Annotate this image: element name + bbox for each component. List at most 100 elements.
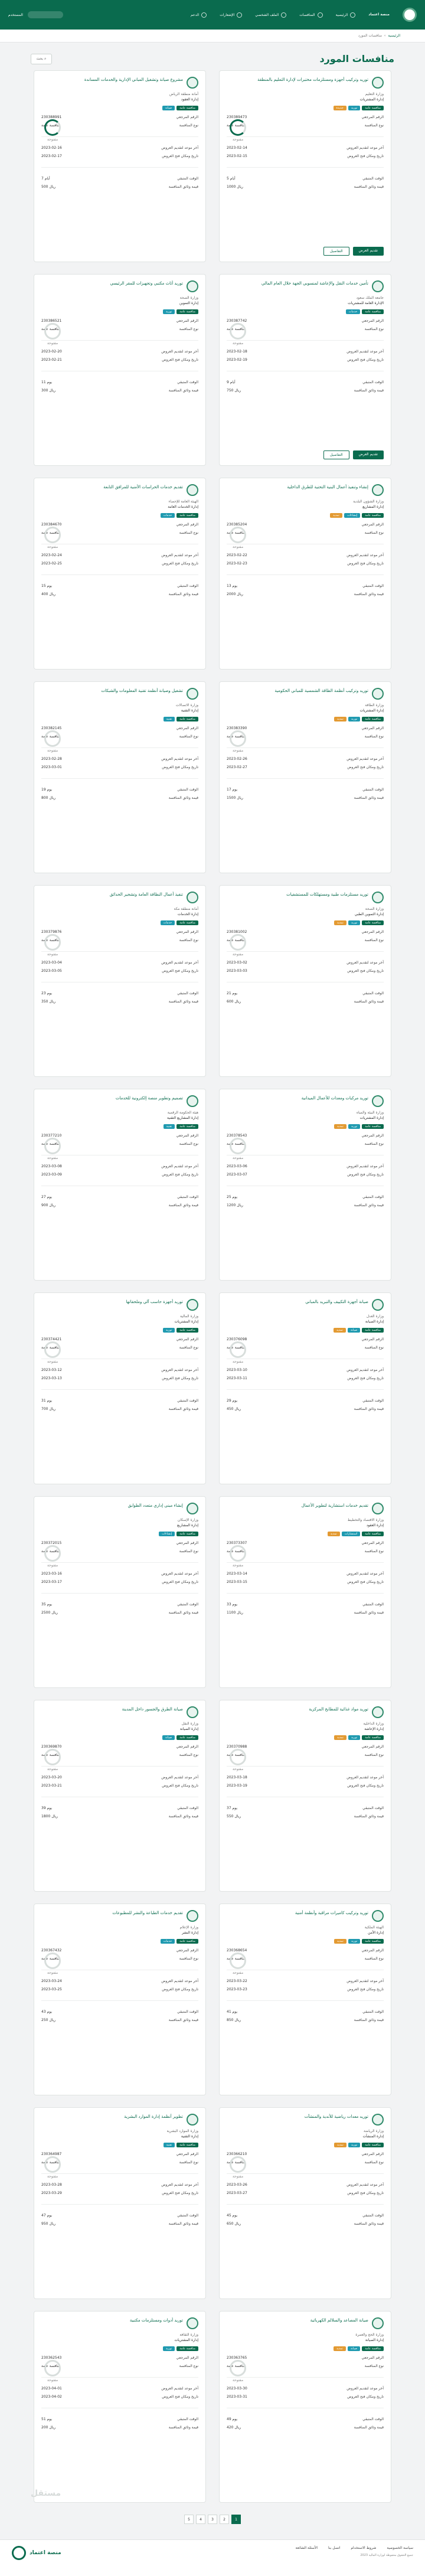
details-list: الرقم المرجعي230363765نوع المنافسةمنافسة… (227, 2356, 384, 2430)
tender-title[interactable]: توريد أثاث مكتبي وتجهيزات للمقر الرئيسي (110, 280, 183, 287)
tender-card[interactable]: تأمين خدمات النقل والإعاشة لمنسوبي الجهة… (219, 274, 391, 466)
tender-card[interactable]: إنشاء مبنى إداري متعدد الطوابقوزارة الإس… (34, 1496, 206, 1688)
tender-card[interactable]: صيانة أجهزة التكييف والتبريد بالمبانيوزا… (219, 1292, 391, 1484)
tender-title[interactable]: تنفيذ أعمال النظافة العامة وتشجير الحدائ… (110, 892, 183, 898)
card-header: صيانة المصاعد والسلالم الكهربائية (227, 2317, 384, 2329)
tender-card[interactable]: إنشاء وتنفيذ أعمال البنية التحتية للطرق … (219, 478, 391, 670)
tender-card[interactable]: توريد أجهزة حاسب آلي وملحقاتهاوزارة الما… (34, 1292, 206, 1484)
tender-card[interactable]: صيانة الطرق والجسور داخل المدينةوزارة ال… (34, 1700, 206, 1892)
tender-card[interactable]: توريد مواد غذائية للمطابخ المركزيةوزارة … (219, 1700, 391, 1892)
tender-card[interactable]: تقديم خدمات الحراسات الأمنية للمرافق الت… (34, 478, 206, 670)
filter-button[interactable]: ⌕ بحث (31, 54, 52, 64)
tender-title[interactable]: تقديم خدمات استشارية لتطوير الأعمال (302, 1503, 368, 1509)
tender-title[interactable]: صيانة أجهزة التكييف والتبريد بالمباني (305, 1299, 368, 1305)
tender-title[interactable]: توريد أجهزة حاسب آلي وملحقاتها (126, 1299, 183, 1305)
tender-title[interactable]: توريد مواد غذائية للمطابخ المركزية (309, 1706, 368, 1713)
tender-card[interactable]: توريد وتركيب أنظمة الطاقة الشمسية للمبان… (219, 681, 391, 873)
details-list: الرقم المرجعي230378543نوع المنافسةمنافسة… (227, 1134, 384, 1207)
status-text: مفتوحة (42, 1563, 63, 1568)
tender-title[interactable]: إنشاء مبنى إداري متعدد الطوابق (128, 1503, 183, 1509)
detail-row: آخر موعد لتقديم العروض2023-03-06 (227, 1164, 384, 1168)
status-indicator: مفتوحة (42, 730, 63, 753)
page-number[interactable]: 3 (208, 2515, 217, 2524)
tender-card[interactable]: تقديم خدمات الطباعة والنشر للمطبوعاتوزار… (34, 1904, 206, 2095)
footer-links: سياسة الخصوصية شروط الاستخدام اتصل بنا الأس… (296, 2546, 413, 2550)
progress-ring-icon (44, 730, 61, 747)
progress-ring-icon (230, 323, 246, 339)
tender-card[interactable]: تصميم وتطوير منصة إلكترونية للخدماتهيئة … (34, 1089, 206, 1281)
footer-link[interactable]: سياسة الخصوصية (387, 2546, 413, 2550)
tender-card[interactable]: مشروع صيانة وتشغيل المباني الإدارية والخ… (34, 70, 206, 262)
divider (41, 778, 198, 779)
nav-tenders[interactable]: المنافسات (299, 12, 322, 18)
tender-title[interactable]: مشروع صيانة وتشغيل المباني الإدارية والخ… (84, 77, 183, 83)
details-list: الرقم المرجعي230381002نوع المنافسةمنافسة… (227, 930, 384, 1004)
tender-title[interactable]: تشغيل وصيانة أنظمة تقنية المعلومات والشب… (101, 688, 183, 694)
submit-offer-button[interactable]: تقديم العرض (353, 247, 384, 256)
page-number[interactable]: 4 (196, 2515, 205, 2524)
footer-link[interactable]: شروط الاستخدام (351, 2546, 376, 2550)
tender-title[interactable]: تقديم خدمات الحراسات الأمنية للمرافق الت… (103, 484, 183, 491)
detail-value: 39 يوم (41, 1806, 52, 1810)
detail-value: 2023-03-16 (41, 1572, 62, 1576)
tender-title[interactable]: توريد أدوات ومستلزمات مكتبية (130, 2317, 183, 2324)
tender-card[interactable]: تقديم خدمات استشارية لتطوير الأعمالوزارة… (219, 1496, 391, 1688)
nav-profile[interactable]: الملف الشخصي (255, 12, 286, 18)
tender-title[interactable]: صيانة المصاعد والسلالم الكهربائية (310, 2317, 368, 2324)
detail-value: 230377210 (41, 1134, 61, 1138)
detail-label: آخر موعد لتقديم العروض (346, 1572, 384, 1576)
submit-offer-button[interactable]: تقديم العرض (353, 450, 384, 459)
tender-title[interactable]: صيانة الطرق والجسور داخل المدينة (122, 1706, 183, 1713)
breadcrumb-home[interactable]: الرئيسية (388, 34, 400, 38)
detail-row: نوع المنافسةمنافسة عامة (41, 1957, 198, 1961)
page-number[interactable]: 5 (184, 2515, 194, 2524)
tender-title[interactable]: توريد مركبات ومعدات للأعمال الميدانية (302, 1095, 368, 1102)
progress-ring-icon (230, 2156, 246, 2173)
tender-card[interactable]: تطوير أنظمة إدارة الموارد البشريةوزارة ا… (34, 2107, 206, 2299)
nav-support[interactable]: الدعم (191, 12, 207, 18)
tender-card[interactable]: تنفيذ أعمال النظافة العامة وتشجير الحدائ… (34, 885, 206, 1077)
tender-title[interactable]: توريد مستلزمات طبية ومستهلكات للمستشفيات (286, 892, 368, 898)
tender-title[interactable]: تطوير أنظمة إدارة الموارد البشرية (124, 2114, 183, 2120)
brand-logo-icon[interactable] (403, 8, 417, 22)
tender-title[interactable]: إنشاء وتنفيذ أعمال البنية التحتية للطرق … (287, 484, 368, 491)
detail-value: 230385204 (227, 523, 247, 527)
user-name[interactable]: المستخدم (8, 13, 23, 17)
tender-title[interactable]: توريد وتركيب كاميرات مراقبة وأنظمة أمنية (295, 1910, 368, 1917)
tender-title[interactable]: توريد وتركيب أجهزة ومستلزمات مختبرات لإد… (257, 77, 368, 83)
tender-title[interactable]: توريد معدات رياضية للأندية والمنشآت (305, 2114, 368, 2120)
footer-link[interactable]: اتصل بنا (328, 2546, 340, 2550)
progress-ring-icon (44, 1341, 61, 1358)
agency-department: إدارة المشتريات (227, 1116, 384, 1120)
tender-card[interactable]: توريد وتركيب أجهزة ومستلزمات مختبرات لإد… (219, 70, 391, 262)
tender-title[interactable]: تقديم خدمات الطباعة والنشر للمطبوعات (112, 1910, 183, 1917)
card-header: توريد مواد غذائية للمطابخ المركزية (227, 1706, 384, 1718)
tender-title[interactable]: توريد وتركيب أنظمة الطاقة الشمسية للمبان… (274, 688, 368, 694)
detail-value: 2023-03-15 (227, 1580, 247, 1584)
nav-home[interactable]: الرئيسية (336, 12, 356, 18)
details-button[interactable]: التفاصيل (323, 450, 349, 459)
tender-card[interactable]: توريد وتركيب كاميرات مراقبة وأنظمة أمنية… (219, 1904, 391, 2095)
divider (41, 574, 198, 575)
agency-department: الإدارة العامة للمشتريات (227, 301, 384, 305)
footer-link[interactable]: الأسئلة الشائعة (296, 2546, 318, 2550)
agency-logo-icon (372, 1299, 384, 1311)
tender-card[interactable]: تشغيل وصيانة أنظمة تقنية المعلومات والشب… (34, 681, 206, 873)
details-button[interactable]: التفاصيل (323, 247, 349, 256)
details-list: الرقم المرجعي230368654نوع المنافسةمنافسة… (227, 1948, 384, 2022)
page-number[interactable]: 2 (220, 2515, 229, 2524)
tender-card[interactable]: توريد معدات رياضية للأندية والمنشآتوزارة… (219, 2107, 391, 2299)
agency-department: إدارة الصيانة (227, 2338, 384, 2342)
detail-value: 230366210 (227, 2152, 247, 2156)
user-menu[interactable] (28, 11, 63, 18)
tender-card[interactable]: توريد أثاث مكتبي وتجهيزات للمقر الرئيسيو… (34, 274, 206, 466)
tender-title[interactable]: تأمين خدمات النقل والإعاشة لمنسوبي الجهة… (261, 280, 368, 287)
detail-label: الوقت المتبقي (177, 1399, 198, 1403)
tender-card[interactable]: توريد مركبات ومعدات للأعمال الميدانيةوزا… (219, 1089, 391, 1281)
tender-card[interactable]: توريد مستلزمات طبية ومستهلكات للمستشفيات… (219, 885, 391, 1077)
tender-card[interactable]: توريد أدوات ومستلزمات مكتبيةوزارة الثقاف… (34, 2311, 206, 2503)
nav-notifications[interactable]: الإشعارات (220, 12, 242, 18)
tender-title[interactable]: تصميم وتطوير منصة إلكترونية للخدمات (116, 1095, 183, 1102)
tender-card[interactable]: صيانة المصاعد والسلالم الكهربائيةوزارة ا… (219, 2311, 391, 2503)
page-number[interactable]: 1 (231, 2515, 241, 2524)
